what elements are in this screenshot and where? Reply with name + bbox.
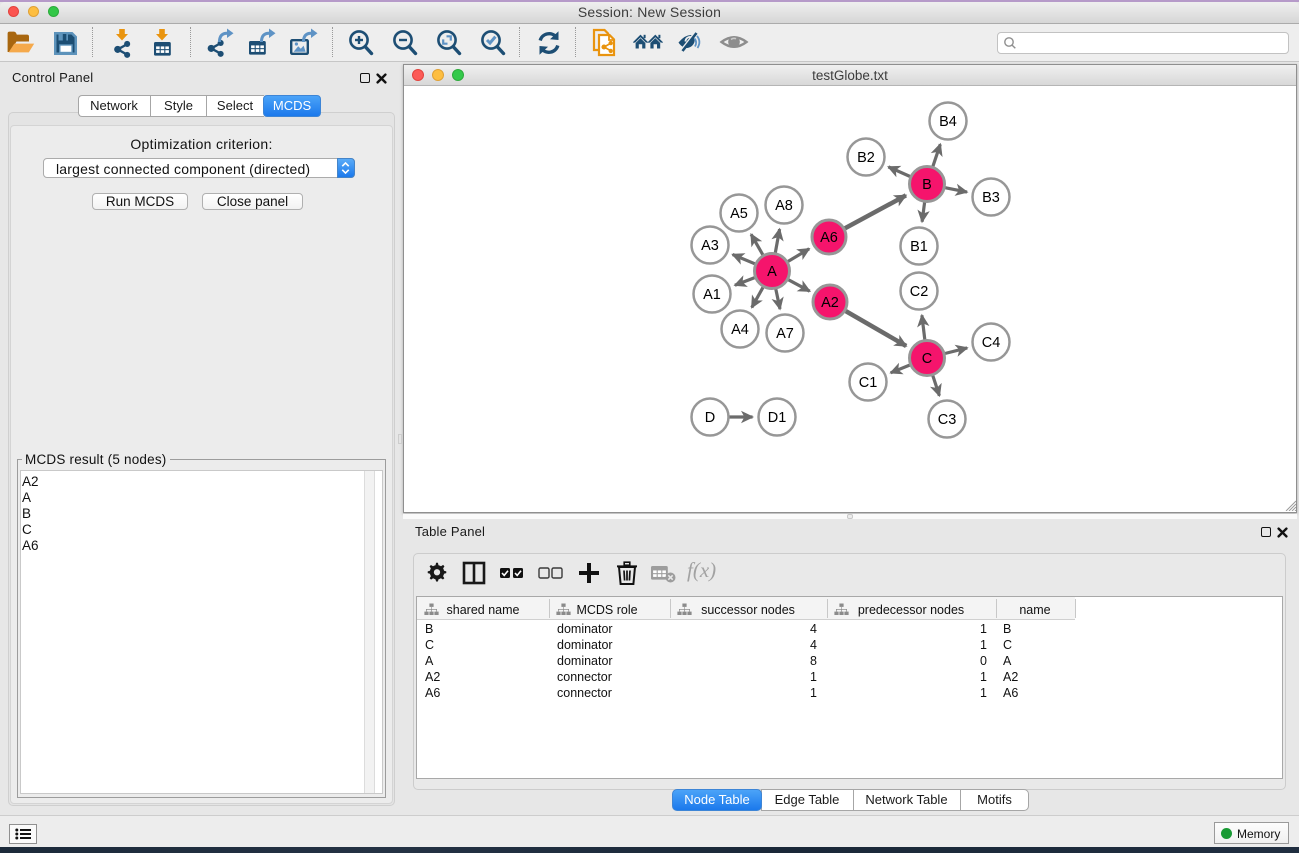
svg-text:C: C	[922, 351, 932, 367]
svg-text:C3: C3	[938, 412, 957, 428]
svg-text:A7: A7	[776, 326, 794, 342]
svg-text:C1: C1	[859, 375, 878, 391]
svg-text:A: A	[767, 264, 777, 280]
svg-text:D: D	[705, 410, 715, 426]
svg-text:B3: B3	[982, 190, 1000, 206]
svg-text:A6: A6	[820, 230, 838, 246]
svg-text:A1: A1	[703, 287, 721, 303]
svg-text:A3: A3	[701, 238, 719, 254]
svg-text:B1: B1	[910, 239, 928, 255]
svg-text:D1: D1	[768, 410, 787, 426]
svg-text:A2: A2	[821, 295, 839, 311]
svg-text:A8: A8	[775, 198, 793, 214]
svg-text:C4: C4	[982, 335, 1001, 351]
svg-text:B4: B4	[939, 114, 957, 130]
svg-text:C2: C2	[910, 284, 929, 300]
svg-text:B: B	[922, 177, 932, 193]
svg-text:A4: A4	[731, 322, 749, 338]
svg-text:B2: B2	[857, 150, 875, 166]
svg-text:A5: A5	[730, 206, 748, 222]
